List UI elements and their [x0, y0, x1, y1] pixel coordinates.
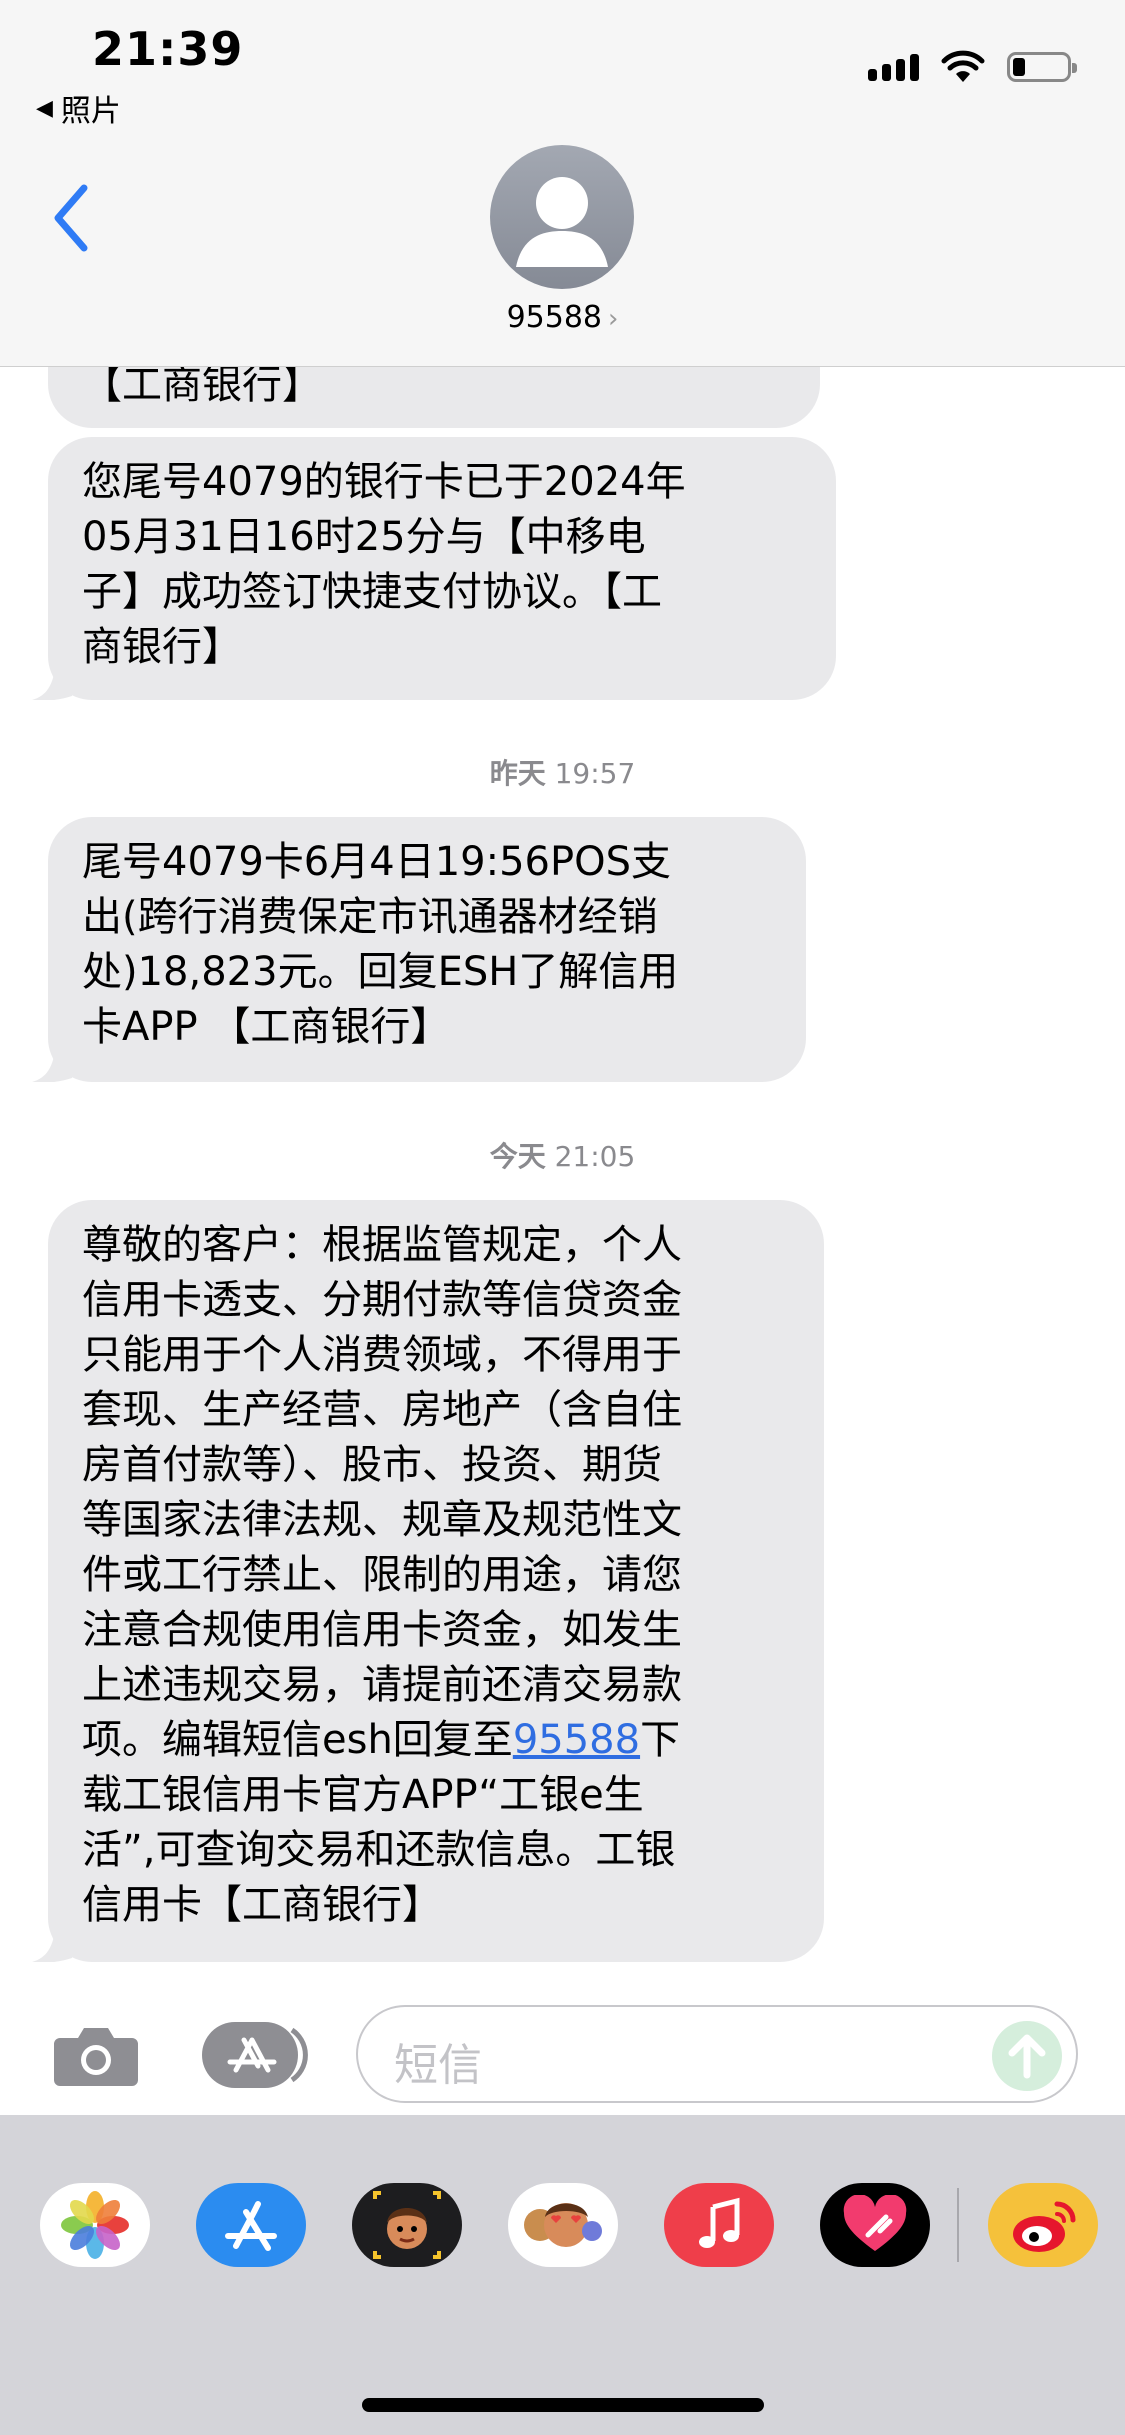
back-chevron-icon[interactable]	[44, 178, 104, 258]
chevron-right-icon: ›	[608, 304, 619, 334]
message-timestamp: 昨天 19:57	[0, 752, 1125, 792]
message-line: 注意合规使用信用卡资金，如发生	[82, 1607, 682, 1653]
person-icon	[516, 177, 608, 267]
drawer-divider	[957, 2188, 959, 2262]
contact-name-label: 95588	[506, 300, 603, 335]
message-line: 活”,可查询交易和还款信息。工银	[82, 1827, 676, 1873]
message-line: 出(跨行消费保定市讯通器材经销	[82, 894, 658, 940]
timestamp-day: 昨天	[489, 757, 546, 790]
message-line: 套现、生产经营、房地产（含自住	[82, 1387, 682, 1433]
app-store-icon[interactable]	[196, 2183, 306, 2267]
app-store-apps-icon[interactable]	[200, 2020, 308, 2090]
message-bubble[interactable]: 尊敬的客户：根据监管规定，个人 信用卡透支、分期付款等信贷资金 只能用于个人消费…	[48, 1200, 824, 1962]
message-line: 您尾号4079的银行卡已于2024年	[82, 459, 686, 505]
message-line: 件或工行禁止、限制的用途，请您	[82, 1552, 682, 1598]
message-input[interactable]: 短信	[356, 2005, 1078, 2103]
memoji-icon[interactable]	[352, 2183, 462, 2267]
message-line: 信用卡【工商银行】	[82, 1882, 442, 1928]
back-to-app-link[interactable]: ◀ 照片	[36, 86, 121, 130]
photos-icon[interactable]	[40, 2183, 150, 2267]
message-line: 信用卡透支、分期付款等信贷资金	[82, 1277, 682, 1323]
arrow-up-icon	[1008, 2034, 1046, 2079]
app-drawer	[0, 2115, 1125, 2435]
cellular-signal-icon	[868, 53, 919, 81]
music-icon[interactable]	[664, 2183, 774, 2267]
message-line: 子】成功签订快捷支付协议。【工	[82, 569, 662, 615]
bubble-tail	[32, 1042, 72, 1082]
battery-icon	[1007, 52, 1077, 82]
status-indicators	[868, 50, 1077, 84]
status-time: 21:39	[92, 22, 244, 76]
message-text-segment: 项。编辑短信esh回复至	[82, 1717, 513, 1763]
weibo-icon[interactable]	[988, 2183, 1098, 2267]
message-line: 项。编辑短信esh回复至95588下	[82, 1713, 790, 1768]
timestamp-time: 21:05	[554, 1140, 636, 1173]
camera-icon[interactable]	[52, 2022, 140, 2088]
message-input-placeholder: 短信	[394, 2040, 482, 2091]
timestamp-time: 19:57	[554, 757, 636, 790]
message-line: 尾号4079卡6月4日19:56POS支	[82, 839, 671, 885]
back-triangle-icon: ◀	[36, 95, 53, 121]
contact-avatar[interactable]	[490, 145, 634, 289]
message-line: 商银行】	[82, 624, 242, 670]
home-indicator[interactable]	[362, 2398, 764, 2412]
message-text-segment: 下	[640, 1717, 681, 1763]
message-line: 尊敬的客户：根据监管规定，个人	[82, 1222, 682, 1268]
message-line: 载工银信用卡官方APP“工银e生	[82, 1772, 644, 1818]
message-line: 等国家法律法规、规章及规范性文	[82, 1497, 682, 1543]
message-bubble[interactable]: 您尾号4079的银行卡已于2024年 05月31日16时25分与【中移电 子】成…	[48, 437, 836, 700]
phone-number-link[interactable]: 95588	[513, 1717, 640, 1763]
back-app-label: 照片	[60, 94, 121, 129]
message-bubble[interactable]: 尾号4079卡6月4日19:56POS支 出(跨行消费保定市讯通器材经销 处)1…	[48, 817, 806, 1082]
bubble-tail	[32, 660, 72, 700]
message-line: 卡APP 【工商银行】	[82, 1004, 451, 1050]
message-line: 只能用于个人消费领域，不得用于	[82, 1332, 682, 1378]
contact-name[interactable]: 95588 ›	[0, 300, 1125, 335]
message-line: 05月31日16时25分与【中移电	[82, 514, 646, 560]
wifi-icon	[941, 50, 985, 82]
bubble-tail	[32, 1922, 72, 1962]
timestamp-day: 今天	[489, 1140, 546, 1173]
conversation-header: 21:39 ◀ 照片 95588 ›	[0, 0, 1125, 367]
animoji-stickers-icon[interactable]	[508, 2183, 618, 2267]
message-line: 处)18,823元。回复ESH了解信用	[82, 949, 679, 995]
heart-digital-touch-icon[interactable]	[820, 2183, 930, 2267]
message-line: 房首付款等）、股市、投资、期货	[82, 1442, 662, 1488]
send-button[interactable]	[992, 2021, 1062, 2091]
message-timestamp: 今天 21:05	[0, 1135, 1125, 1175]
message-line: 上述违规交易，请提前还清交易款	[82, 1662, 682, 1708]
